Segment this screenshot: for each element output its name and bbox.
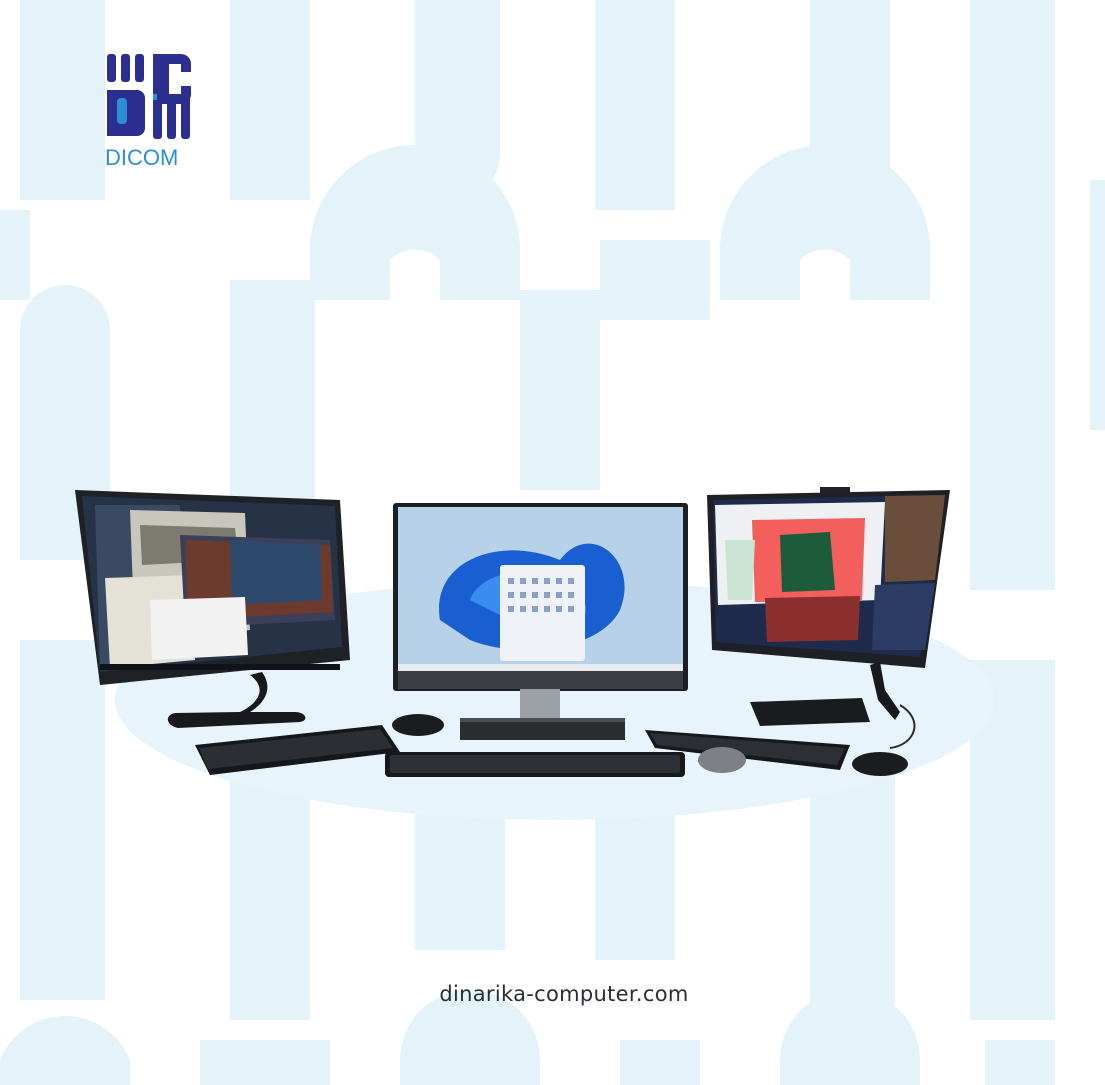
- right-all-in-one: [707, 487, 950, 749]
- website-url: dinarika-computer.com: [439, 982, 689, 1006]
- right-mouse: [852, 752, 908, 776]
- left-all-in-one: [75, 490, 350, 728]
- center-mouse: [698, 747, 746, 773]
- products-illustration: [75, 487, 950, 777]
- ad-canvas: DICOM dinarika-computer.com: [0, 0, 1105, 1085]
- left-mouse: [392, 714, 444, 736]
- center-all-in-one: [393, 503, 688, 740]
